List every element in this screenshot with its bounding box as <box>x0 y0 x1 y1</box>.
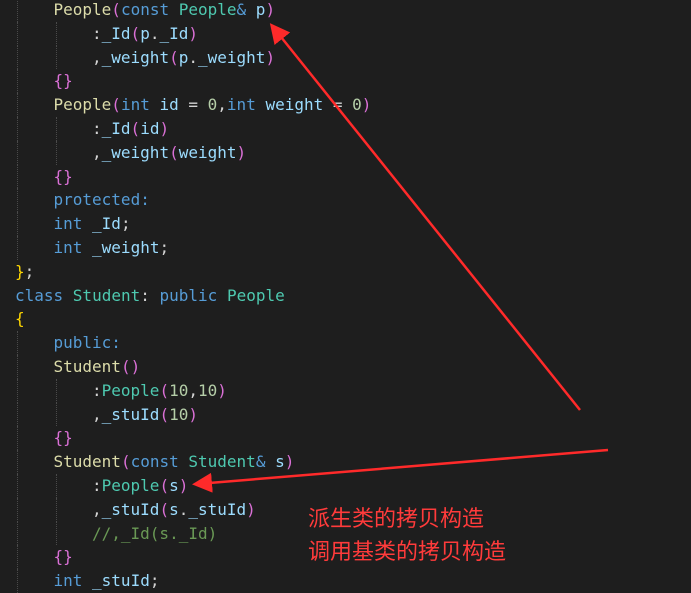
annotation-arrows <box>192 23 609 493</box>
annotation-calls-base-copy-constructor: 调用基类的拷贝构造 <box>308 540 507 565</box>
arrow-to-base-copy-call <box>192 448 609 493</box>
arrow-to-base-copy-constructor <box>269 23 581 411</box>
annotation-derived-copy-constructor: 派生类的拷贝构造 <box>308 507 485 532</box>
